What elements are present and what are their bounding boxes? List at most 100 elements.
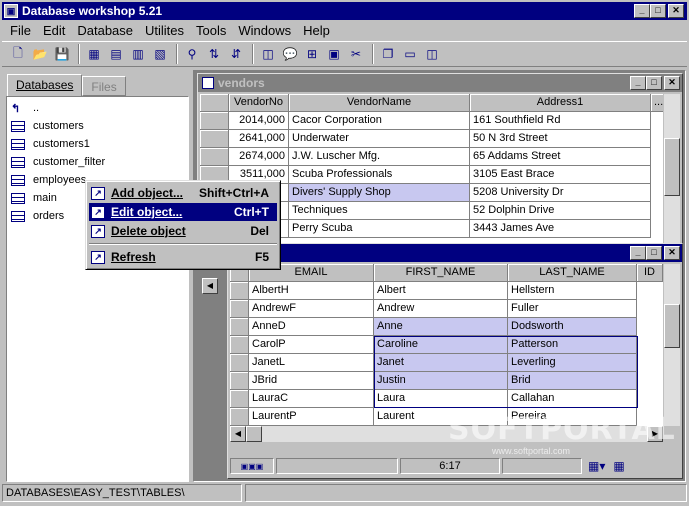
refresh-icon: ↗ xyxy=(91,250,105,264)
column-header-last-name[interactable]: LAST_NAME xyxy=(508,264,637,282)
table-row[interactable]: LauraC Laura Callahan xyxy=(230,390,637,408)
minimize-button[interactable]: _ xyxy=(634,4,650,18)
column-header-first-name[interactable]: FIRST_NAME xyxy=(374,264,508,282)
app-title-bar: ▣ Database workshop 5.21 _ □ ✕ xyxy=(2,2,687,20)
scroll-thumb[interactable] xyxy=(664,138,680,196)
table-copy-icon[interactable]: ▧ xyxy=(150,44,170,64)
vendors-vertical-scrollbar[interactable] xyxy=(664,94,680,262)
scroll-thumb[interactable] xyxy=(664,304,680,348)
table-row[interactable]: 2641,000 Underwater 50 N 3rd Street xyxy=(200,130,651,148)
maximize-button[interactable]: □ xyxy=(650,4,666,18)
watermark-url: www.softportal.com xyxy=(492,446,571,456)
open-icon[interactable]: 📂 xyxy=(30,44,50,64)
find-icon[interactable]: ⚲ xyxy=(182,44,202,64)
table-props-icon[interactable]: ▥ xyxy=(128,44,148,64)
edit-object-icon: ↗ xyxy=(91,205,105,219)
tools-icon[interactable]: ✂ xyxy=(346,44,366,64)
table-row[interactable]: JBrid Justin Brid xyxy=(230,372,637,390)
new-icon[interactable]: 🗋 xyxy=(8,44,28,64)
status-path: DATABASES\EASY_TEST\TABLES\ xyxy=(2,484,242,502)
vendors-minimize-button[interactable]: _ xyxy=(630,76,646,90)
tree-item-main[interactable]: main xyxy=(11,189,57,207)
employees-close-button[interactable]: ✕ xyxy=(664,246,680,260)
tree-item-employees[interactable]: employees xyxy=(11,171,87,189)
watermark-logo: SOFTPORTAL xyxy=(448,412,676,447)
database-tree: ↰ .. customers customers1 customer_filte… xyxy=(6,96,189,482)
grid-options-icon[interactable]: ▦▾ xyxy=(588,459,605,473)
table-icon xyxy=(11,138,25,150)
column-header-vendorno[interactable]: VendorNo xyxy=(229,94,289,112)
table-edit-icon[interactable]: ▤ xyxy=(106,44,126,64)
tree-item-customers[interactable]: customers xyxy=(11,117,84,135)
app-title: Database workshop 5.21 xyxy=(22,4,163,18)
table-row[interactable]: AndrewF Andrew Fuller xyxy=(230,300,637,318)
sort-az-icon[interactable]: ⇅ xyxy=(204,44,224,64)
menu-item-refresh[interactable]: ↗ Refresh F5 xyxy=(89,248,277,266)
menu-database[interactable]: Database xyxy=(71,23,139,38)
menu-item-add-object[interactable]: ↗ Add object... Shift+Ctrl+A xyxy=(89,184,277,202)
employees-minimize-button[interactable]: _ xyxy=(630,246,646,260)
vendors-maximize-button[interactable]: □ xyxy=(646,76,662,90)
menu-help[interactable]: Help xyxy=(297,23,336,38)
menu-separator xyxy=(89,243,277,245)
table-icon xyxy=(11,174,25,186)
tab-databases[interactable]: Databases xyxy=(7,74,83,96)
menu-bar: File Edit Database Utilites Tools Window… xyxy=(2,21,687,40)
left-panel: Databases Files ↰ .. customers customers… xyxy=(3,70,189,482)
app-system-icon[interactable]: ▣ xyxy=(4,4,18,18)
lng-icon[interactable]: ▣ xyxy=(324,44,344,64)
table-icon xyxy=(11,156,25,168)
tab-files[interactable]: Files xyxy=(82,76,126,96)
tree-item-up[interactable]: ↰ .. xyxy=(11,99,39,117)
employees-maximize-button[interactable]: □ xyxy=(646,246,662,260)
menu-file[interactable]: File xyxy=(2,23,37,38)
menu-item-delete-object[interactable]: ↗ Delete object Del xyxy=(89,222,277,240)
close-button[interactable]: ✕ xyxy=(668,4,684,18)
menu-item-edit-object[interactable]: ↗ Edit object... Ctrl+T xyxy=(89,203,277,221)
employees-title-bar[interactable]: yees _ □ ✕ xyxy=(228,244,682,262)
table-row[interactable]: CarolP Caroline Patterson xyxy=(230,336,637,354)
table-icon xyxy=(11,192,25,204)
table-icon[interactable]: ▦ xyxy=(84,44,104,64)
up-icon: ↰ xyxy=(11,102,21,115)
pl-icon[interactable]: ⊞ xyxy=(302,44,322,64)
scroll-left-button[interactable]: ◀ xyxy=(202,278,218,294)
vendors-title-bar[interactable]: vendors _ □ ✕ xyxy=(198,74,682,92)
table-row[interactable]: 2014,000 Cacor Corporation 161 Southfiel… xyxy=(200,112,651,130)
cursor-position: 6:17 xyxy=(400,458,500,474)
employees-status-bar: ▣▣▣ 6:17 ▦▾ ▦ xyxy=(230,456,680,476)
menu-utilites[interactable]: Utilites xyxy=(139,23,190,38)
save-icon[interactable]: 💾 xyxy=(52,44,72,64)
employees-grid: EMAIL FIRST_NAME LAST_NAME ID AlbertH Al… xyxy=(230,264,663,426)
column-header-vendorname[interactable]: VendorName xyxy=(289,94,470,112)
employees-vertical-scrollbar[interactable] xyxy=(664,264,680,426)
menu-tools[interactable]: Tools xyxy=(190,23,232,38)
table-row[interactable]: AnneD Anne Dodsworth xyxy=(230,318,637,336)
table-icon xyxy=(202,77,214,89)
toolbar: 🗋 📂 💾 ▦ ▤ ▥ ▧ ⚲ ⇅ ⇵ ◫ 💬 ⊞ ▣ ✂ ❐ ▭ ◫ xyxy=(2,41,687,67)
comment-icon[interactable]: 💬 xyxy=(280,44,300,64)
column-header-address1[interactable]: Address1 xyxy=(470,94,651,112)
table-row[interactable]: 2674,000 J.W. Luscher Mfg. 65 Addams Str… xyxy=(200,148,651,166)
tree-item-customers1[interactable]: customers1 xyxy=(11,135,90,153)
window-icon[interactable]: ❐ xyxy=(378,44,398,64)
tile-horizontal-icon[interactable]: ▭ xyxy=(400,44,420,64)
column-header-more[interactable]: ... xyxy=(651,94,663,112)
grid-layout-icon[interactable]: ▦ xyxy=(613,459,624,473)
table-icon xyxy=(11,120,25,132)
menu-edit[interactable]: Edit xyxy=(37,23,71,38)
sql-icon[interactable]: ◫ xyxy=(258,44,278,64)
table-row[interactable]: AlbertH Albert Hellstern xyxy=(230,282,637,300)
scroll-thumb[interactable] xyxy=(246,426,262,442)
vendors-close-button[interactable]: ✕ xyxy=(664,76,680,90)
table-row[interactable]: JanetL Janet Leverling xyxy=(230,354,637,372)
column-header-id[interactable]: ID xyxy=(637,264,663,282)
record-nav-icon[interactable]: ▣▣▣ xyxy=(230,458,274,474)
tree-item-customer-filter[interactable]: customer_filter xyxy=(11,153,105,171)
tree-item-orders[interactable]: orders xyxy=(11,207,64,225)
status-bar: DATABASES\EASY_TEST\TABLES\ xyxy=(2,484,687,503)
sort-num-icon[interactable]: ⇵ xyxy=(226,44,246,64)
tile-vertical-icon[interactable]: ◫ xyxy=(422,44,442,64)
menu-windows[interactable]: Windows xyxy=(232,23,297,38)
scroll-left-button[interactable]: ◀ xyxy=(230,426,246,442)
